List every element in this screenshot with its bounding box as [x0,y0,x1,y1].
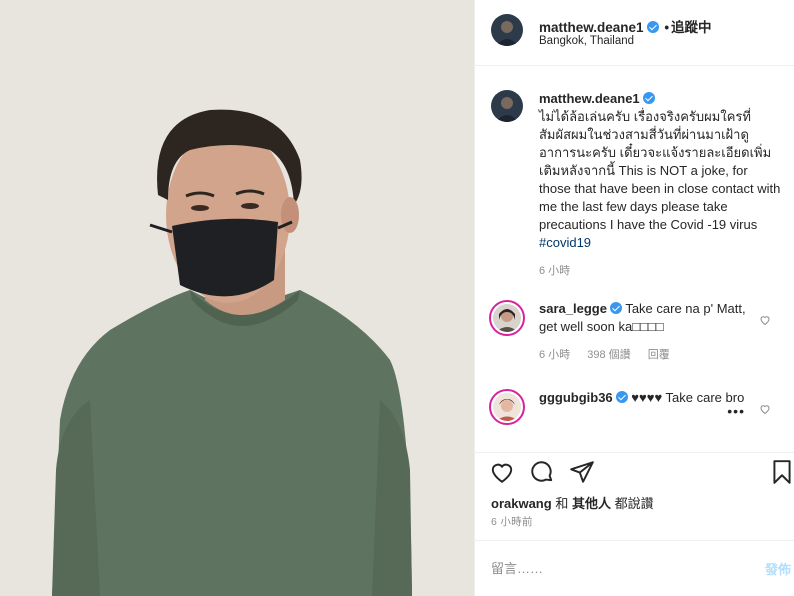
post-comment-button[interactable]: 發佈 [765,559,791,578]
post-header: matthew.deane1 • 追蹤中 Bangkok, Thailand [475,0,794,66]
follow-separator: • [664,20,670,35]
commenter-avatar[interactable] [489,389,525,425]
comments-list[interactable]: matthew.deane1 ไม่ได้ล้อเล่นครับ เรื่องจ… [475,66,794,452]
comment-icon[interactable] [529,459,555,485]
comment-input[interactable] [491,557,731,579]
liker-username[interactable]: orakwang [491,496,552,511]
commenter-avatar[interactable] [489,300,525,336]
verified-icon [642,92,655,104]
action-bar: orakwang 和 其他人 都說讚 [475,452,794,512]
caption-time: 6 小時 [539,265,571,277]
comment-time: 6 小時 [539,349,571,361]
hashtag-link[interactable]: #covid19 [539,235,591,250]
likes-summary[interactable]: orakwang 和 其他人 都說讚 [491,493,654,512]
post-photo [0,0,474,596]
follow-button[interactable]: 追蹤中 [671,20,712,35]
verified-icon [615,391,628,403]
author-username[interactable]: matthew.deane1 [539,20,644,35]
caption: matthew.deane1 ไม่ได้ล้อเล่นครับ เรื่องจ… [491,90,781,280]
bookmark-icon[interactable] [769,459,794,485]
heart-icon[interactable] [759,403,771,415]
heart-icon[interactable] [759,314,771,326]
author-avatar[interactable] [491,14,523,46]
location-link[interactable]: Bangkok, Thailand [539,35,634,47]
post-side-panel: matthew.deane1 • 追蹤中 Bangkok, Thailand ma… [474,0,794,596]
comment-item: sara_legge Take care na p' Matt, get wel… [489,300,785,364]
caption-text: ไม่ได้ล้อเล่นครับ เรื่องจริงครับผมใครที่… [539,109,781,232]
comment-likes[interactable]: 398 個讚 [587,349,630,361]
more-options-icon[interactable]: ••• [727,403,745,419]
likes-suffix: 都說讚 [614,496,654,511]
comment-username[interactable]: sara_legge [539,301,607,316]
post-timestamp[interactable]: 6 小時前 [491,514,533,529]
add-comment-bar: 發佈 [475,540,794,596]
post-media[interactable] [0,0,474,596]
comment-username[interactable]: gggubgib36 [539,390,613,405]
heart-icon[interactable] [489,459,515,485]
share-icon[interactable] [569,459,595,485]
reply-button[interactable]: 回覆 [648,349,670,361]
caption-avatar[interactable] [491,90,523,122]
verified-icon [609,302,622,314]
caption-username[interactable]: matthew.deane1 [539,91,640,106]
verified-icon [646,21,659,33]
comment-item: gggubgib36 ♥♥♥♥ Take care bro ••• [489,389,785,425]
likes-others[interactable]: 其他人 [572,496,611,511]
likes-and: 和 [555,496,569,511]
